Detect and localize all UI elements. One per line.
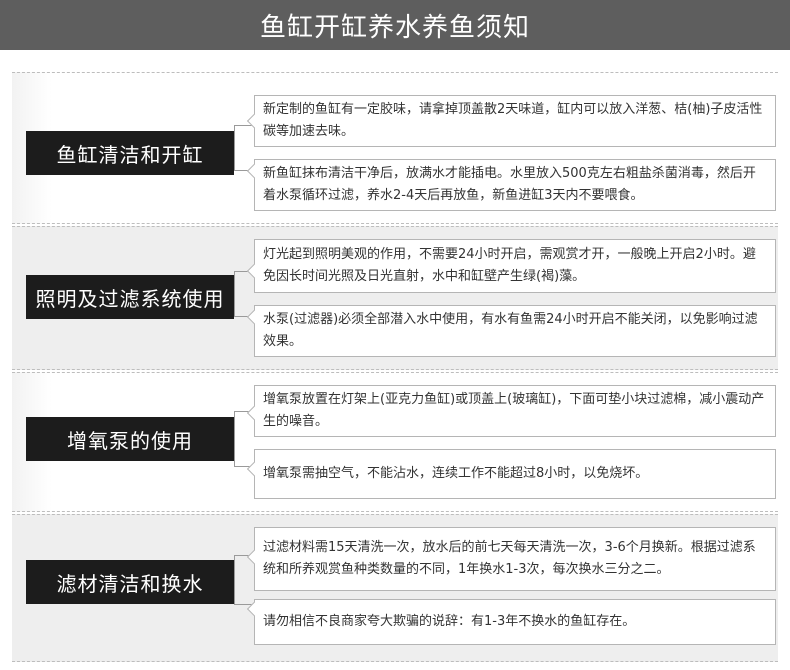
bracket-connector [234, 411, 244, 467]
box-pointer [246, 405, 262, 421]
info-text: 水泵(过滤器)必须全部潜入水中使用，有水有鱼需24小时开启不能关闭，以免影响过滤… [263, 312, 758, 349]
info-text: 请勿相信不良商家夸大欺骗的说辞：有1-3年不换水的鱼缸存在。 [263, 614, 636, 629]
box-pointer [246, 309, 262, 325]
info-box: 过滤材料需15天清洗一次，放水后的前七天每天清洗一次，3-6个月换新。根据过滤系… [246, 527, 776, 591]
bracket-connector [234, 271, 244, 317]
section-air-pump: 增氧泵的使用 增氧泵放置在灯架上(亚克力鱼缸)或顶盖上(玻璃缸)，下面可垫小块过… [12, 372, 778, 512]
info-text: 新定制的鱼缸有一定胶味，请拿掉顶盖散2天味道，缸内可以放入洋葱、桔(柚)子皮活性… [263, 102, 763, 139]
info-box: 增氧泵需抽空气，不能沾水，连续工作不能超过8小时，以免烧坏。 [246, 449, 776, 499]
section-lighting-filter: 照明及过滤系统使用 灯光起到照明美观的作用，不需要24小时开启，需观赏才开，一般… [12, 226, 778, 370]
info-text: 新鱼缸抹布清洁干净后，放满水才能插电。水里放入500克左右粗盐杀菌消毒，然后开着… [263, 166, 756, 203]
box-pointer [246, 549, 262, 565]
section-label: 滤材清洁和换水 [26, 560, 234, 604]
box-pointer [246, 263, 262, 279]
section-filter-media: 滤材清洁和换水 过滤材料需15天清洗一次，放水后的前七天每天清洗一次，3-6个月… [12, 514, 778, 662]
section-tank-cleaning: 鱼缸清洁和开缸 新定制的鱼缸有一定胶味，请拿掉顶盖散2天味道，缸内可以放入洋葱、… [12, 72, 778, 224]
info-text: 增氧泵需抽空气，不能沾水，连续工作不能超过8小时，以免烧坏。 [263, 466, 649, 481]
info-box: 新鱼缸抹布清洁干净后，放满水才能插电。水里放入500克左右粗盐杀菌消毒，然后开着… [246, 159, 776, 211]
info-text: 灯光起到照明美观的作用，不需要24小时开启，需观赏才开，一般晚上开启2小时。避免… [263, 247, 756, 284]
info-box: 水泵(过滤器)必须全部潜入水中使用，有水有鱼需24小时开启不能关闭，以免影响过滤… [246, 305, 776, 357]
info-text: 增氧泵放置在灯架上(亚克力鱼缸)或顶盖上(玻璃缸)，下面可垫小块过滤棉，减小震动… [263, 392, 765, 429]
page-title: 鱼缸开缸养水养鱼须知 [0, 0, 790, 50]
bracket-connector [234, 125, 244, 171]
box-pointer [246, 461, 262, 477]
info-box: 灯光起到照明美观的作用，不需要24小时开启，需观赏才开，一般晚上开启2小时。避免… [246, 239, 776, 293]
section-label: 照明及过滤系统使用 [26, 275, 234, 319]
info-text: 过滤材料需15天清洗一次，放水后的前七天每天清洗一次，3-6个月换新。根据过滤系… [263, 540, 756, 577]
section-label: 增氧泵的使用 [26, 417, 234, 461]
info-box: 增氧泵放置在灯架上(亚克力鱼缸)或顶盖上(玻璃缸)，下面可垫小块过滤棉，减小震动… [246, 385, 776, 437]
info-box: 新定制的鱼缸有一定胶味，请拿掉顶盖散2天味道，缸内可以放入洋葱、桔(柚)子皮活性… [246, 95, 776, 147]
box-pointer [246, 163, 262, 179]
bracket-connector [234, 555, 244, 605]
info-box: 请勿相信不良商家夸大欺骗的说辞：有1-3年不换水的鱼缸存在。 [246, 599, 776, 645]
section-label: 鱼缸清洁和开缸 [26, 131, 234, 175]
